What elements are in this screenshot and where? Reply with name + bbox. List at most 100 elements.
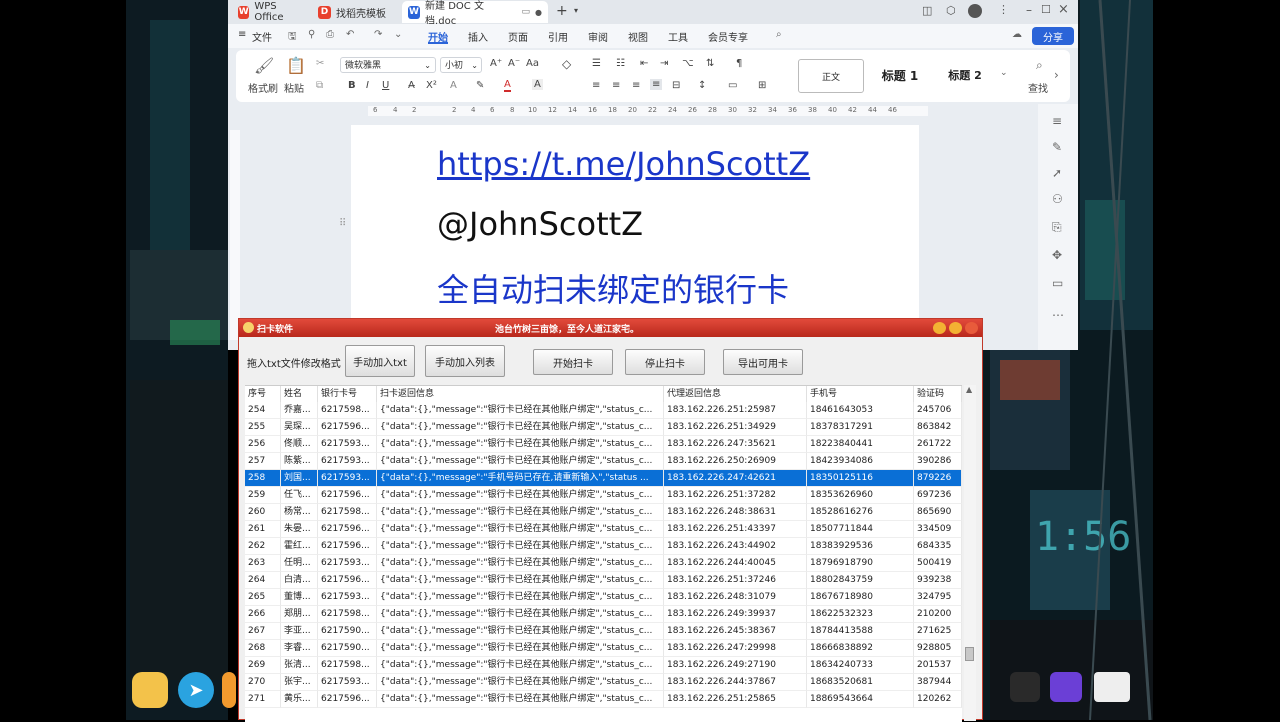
menu-references[interactable]: 引用 <box>548 29 568 44</box>
highlight-icon[interactable]: ✎ <box>476 80 484 91</box>
align-center-icon[interactable]: ≡ <box>612 80 620 91</box>
tab-new-doc[interactable]: W 新建 DOC 文档.doc ▭ ● <box>402 1 548 27</box>
clear-format-icon[interactable]: ◇ <box>562 57 571 71</box>
show-marks-icon[interactable]: ¶ <box>736 58 742 69</box>
maximize-icon[interactable] <box>949 322 962 334</box>
save-icon[interactable]: 🖫 <box>288 29 297 46</box>
cjk-layout-icon[interactable]: ⌥ <box>682 58 694 69</box>
tab-wps-office[interactable]: W WPS Office <box>232 1 308 23</box>
scroll-thumb[interactable] <box>965 647 974 661</box>
col-header-card[interactable]: 银行卡号 <box>318 386 377 402</box>
mascot-app-icon[interactable] <box>132 672 168 708</box>
edit-doc-icon[interactable]: ⎘ <box>1052 220 1066 234</box>
menu-tools[interactable]: 工具 <box>668 29 688 44</box>
table-row[interactable]: 265 董博... 6217593... {"data":{},"message":"… <box>245 589 962 606</box>
col-header-name[interactable]: 姓名 <box>281 386 318 402</box>
results-grid[interactable]: 序号 姓名 银行卡号 扫卡返回信息 代理返回信息 手机号 验证码 254 乔嘉..… <box>245 385 962 722</box>
vertical-ruler[interactable] <box>230 130 240 340</box>
justify-icon[interactable]: ≡ <box>650 79 663 90</box>
table-row[interactable]: 255 吴琛... 6217596... {"data":{},"message":"… <box>245 419 962 436</box>
table-row[interactable]: 258 刘国... 6217593... {"data":{},"message":"… <box>245 470 962 487</box>
col-header-code[interactable]: 验证码 <box>914 386 962 402</box>
grid-scrollbar[interactable]: ▲ <box>964 385 976 721</box>
shrink-font-icon[interactable]: A⁻ <box>508 58 520 69</box>
line-spacing-icon[interactable]: ↕ <box>698 80 706 91</box>
export-cards-button[interactable]: 导出可用卡 <box>723 349 803 375</box>
increase-indent-icon[interactable]: ⇥ <box>660 58 668 69</box>
shading-icon[interactable]: ▭ <box>728 80 737 91</box>
table-row[interactable]: 264 白清... 6217596... {"data":{},"message":"… <box>245 572 962 589</box>
avatar[interactable] <box>968 4 982 18</box>
paste-label[interactable]: 粘贴 <box>284 80 304 95</box>
cursor-icon[interactable]: ➚ <box>1052 166 1066 180</box>
ribbon-scroll-right-icon[interactable]: › <box>1054 68 1059 82</box>
table-row[interactable]: 271 黄乐... 6217596... {"data":{},"message":"… <box>245 691 962 708</box>
table-row[interactable]: 263 任明... 6217593... {"data":{},"message":"… <box>245 555 962 572</box>
menu-file[interactable]: 文件 <box>252 29 272 44</box>
paste-icon[interactable]: 📋 <box>286 56 306 75</box>
align-right-icon[interactable]: ≡ <box>632 80 640 91</box>
font-size-select[interactable]: 小初 ⌄ <box>440 57 482 73</box>
hamburger-icon[interactable]: ≡ <box>238 29 246 40</box>
col-header-scan-result[interactable]: 扫卡返回信息 <box>377 386 664 402</box>
table-row[interactable]: 259 任飞... 6217596... {"data":{},"message":"… <box>245 487 962 504</box>
print-icon[interactable]: ⎙ <box>326 29 334 40</box>
distributed-icon[interactable]: ⊟ <box>672 80 680 91</box>
document-page[interactable]: https://t.me/JohnScottZ @JohnScottZ ⠿ 全自… <box>339 125 919 350</box>
close-icon[interactable]: × <box>1058 2 1069 17</box>
window-restore-icon[interactable]: ▭ <box>522 7 531 17</box>
maximize-icon[interactable]: ☐ <box>1041 3 1051 16</box>
char-shading-icon[interactable]: A <box>532 79 543 90</box>
table-row[interactable]: 254 乔嘉... 6217598... {"data":{},"message":"… <box>245 402 962 419</box>
search-icon[interactable]: ⌕ <box>776 29 782 40</box>
media-app-icon[interactable] <box>1050 672 1082 702</box>
font-color-icon[interactable]: A <box>504 79 511 92</box>
table-row[interactable]: 262 霍红... 6217596... {"data":{},"message":"… <box>245 538 962 555</box>
decrease-indent-icon[interactable]: ⇤ <box>640 58 648 69</box>
menu-page[interactable]: 页面 <box>508 29 528 44</box>
chevron-down-icon[interactable]: ⌄ <box>394 29 402 40</box>
style-heading2[interactable]: 标题 2 <box>938 59 992 91</box>
scanner-titlebar[interactable]: 扫卡软件 池台竹树三亩馀，至今人道江家宅。 <box>239 319 982 337</box>
link-icon[interactable]: ⚲ <box>308 29 315 40</box>
styles-expand-icon[interactable]: ⌄ <box>1000 68 1008 78</box>
find-icon[interactable]: ⌕ <box>1036 58 1043 73</box>
table-row[interactable]: 261 朱晏... 6217596... {"data":{},"message":"… <box>245 521 962 538</box>
align-left-icon[interactable]: ≡ <box>592 80 600 91</box>
tools-icon[interactable]: ✥ <box>1052 248 1066 262</box>
table-row[interactable]: 269 张清... 6217598... {"data":{},"message":"… <box>245 657 962 674</box>
table-row[interactable]: 257 陈紫... 6217593... {"data":{},"message":"… <box>245 453 962 470</box>
font-name-select[interactable]: 微软雅黑 ⌄ <box>340 57 436 73</box>
table-row[interactable]: 266 郑朋... 6217598... {"data":{},"message":"… <box>245 606 962 623</box>
menu-member[interactable]: 会员专享 <box>708 29 748 44</box>
undo-icon[interactable]: ↶ <box>346 29 354 40</box>
partial-app-icon[interactable] <box>222 672 236 708</box>
format-painter-icon[interactable]: 🖌 <box>254 56 274 75</box>
bullets-icon[interactable]: ☰ <box>592 58 601 69</box>
layout-icon[interactable]: ◫ <box>922 4 932 17</box>
doc-link-text[interactable]: https://t.me/JohnScottZ <box>437 145 810 183</box>
underline-icon[interactable]: U <box>382 80 389 91</box>
book-icon[interactable]: ▭ <box>1052 276 1066 290</box>
tab-docer-templates[interactable]: D 找稻壳模板 <box>312 1 398 23</box>
grow-font-icon[interactable]: A⁺ <box>490 58 502 69</box>
pen-icon[interactable]: ✎ <box>1052 140 1066 154</box>
horizontal-ruler[interactable]: 6 4 2 2 4 6 8 10 12 14 16 18 20 22 24 26… <box>368 106 928 116</box>
minimize-icon[interactable] <box>933 322 946 334</box>
change-case-icon[interactable]: Aa <box>526 58 539 69</box>
style-heading1[interactable]: 标题 1 <box>870 59 930 91</box>
drag-handle-icon[interactable]: ⠿ <box>339 218 346 229</box>
close-icon[interactable] <box>965 322 978 334</box>
copy-icon[interactable]: ⧉ <box>316 80 323 91</box>
list-icon[interactable]: ≡ <box>1052 114 1066 128</box>
table-row[interactable]: 267 李亚... 6217590... {"data":{},"message":"… <box>245 623 962 640</box>
add-txt-button[interactable]: 手动加入txt <box>345 345 415 377</box>
cut-icon[interactable]: ✂ <box>316 58 324 69</box>
format-painter-label[interactable]: 格式刷 <box>248 80 278 95</box>
scroll-up-icon[interactable]: ▲ <box>966 385 972 394</box>
start-scan-button[interactable]: 开始扫卡 <box>533 349 613 375</box>
new-tab-plus-icon[interactable]: + <box>556 3 568 19</box>
borders-icon[interactable]: ⊞ <box>758 80 766 91</box>
col-header-proxy[interactable]: 代理返回信息 <box>664 386 807 402</box>
numbering-icon[interactable]: ☷ <box>616 58 625 69</box>
